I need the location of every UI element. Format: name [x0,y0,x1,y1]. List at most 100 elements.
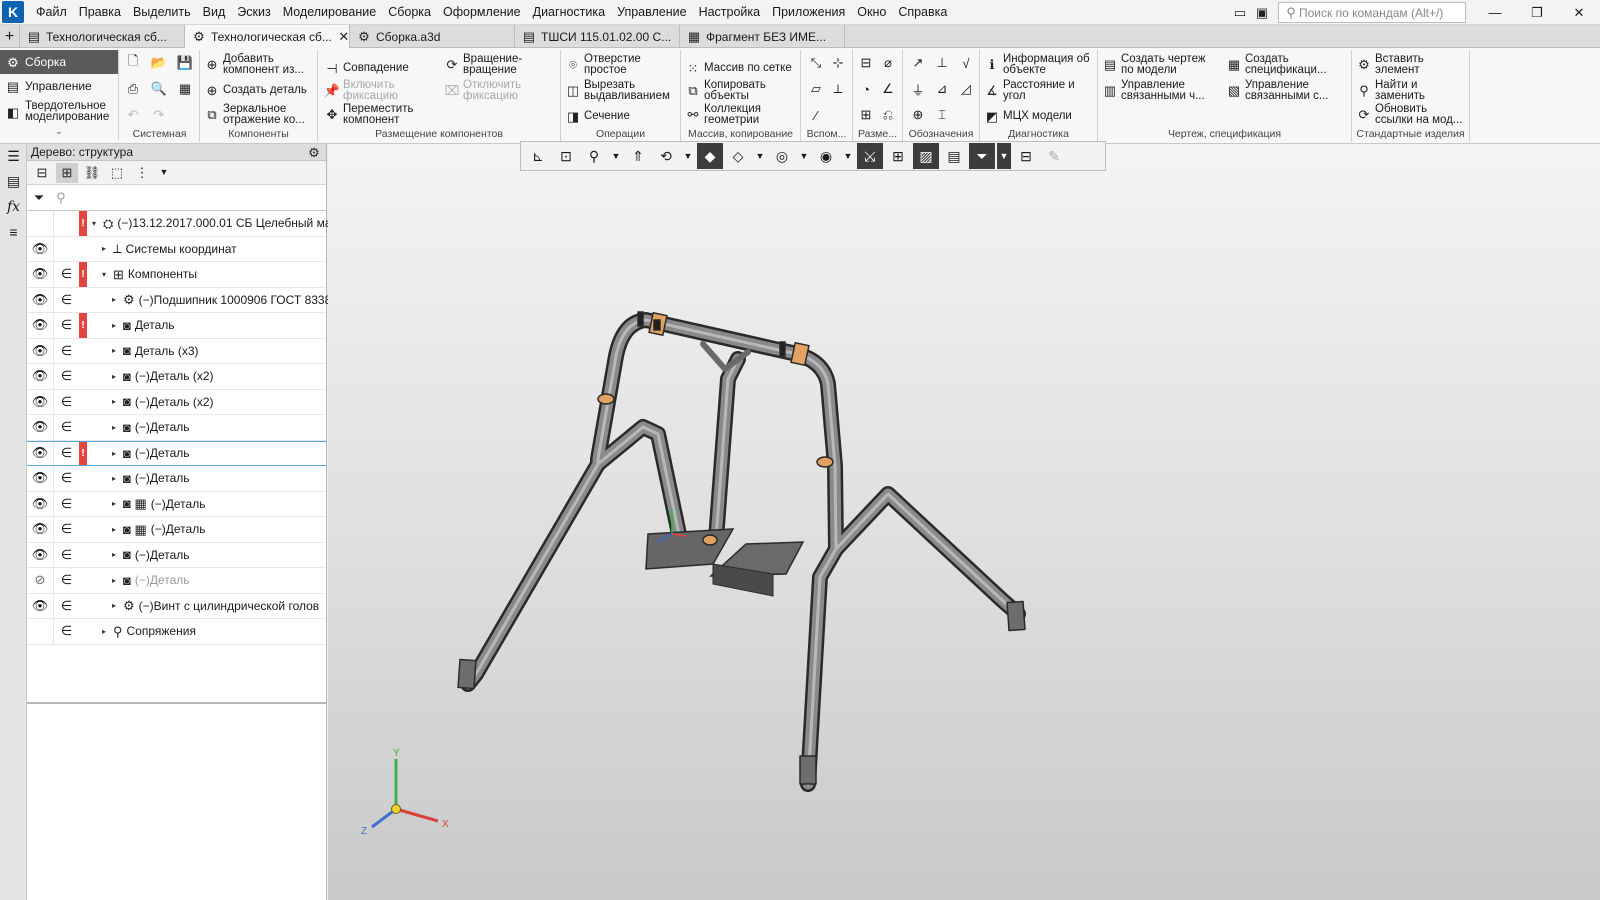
chevron-down-icon[interactable]: ▼ [753,143,767,169]
menu-item[interactable]: Файл [30,5,73,19]
panel-icon[interactable]: ▣ [1254,5,1270,21]
layout-icon[interactable]: ▭ [1232,5,1248,21]
caret-right-icon[interactable]: ▸ [109,449,119,458]
mode-management[interactable]: ▤ Управление [0,74,118,98]
3d-viewport[interactable]: Y X Z [328,144,1600,900]
caret-right-icon[interactable]: ▸ [109,372,119,381]
radial-dim-icon[interactable]: ◔ [857,80,875,98]
menu-item[interactable]: Моделирование [277,5,383,19]
tree-sort-icon[interactable]: ⋮ [131,163,153,183]
caret-down-icon[interactable]: ▾ [99,270,109,279]
display-mode-icon[interactable]: ▨ [913,143,939,169]
menu-item[interactable]: Вид [197,5,232,19]
tree-node[interactable]: ▾ ⛭ (−)13.12.2017.000.01 СБ Целебный мая [89,211,338,236]
tree-panel-icon[interactable]: ☰ [0,144,27,169]
close-button[interactable]: ✕ [1558,0,1600,25]
layers-panel-icon[interactable]: ≡ [0,219,27,244]
menu-item[interactable]: Настройка [693,5,767,19]
tree-row[interactable]: 👁 ∈ ▸ ⚙ (−)Винт с цилиндрической голов [27,593,326,619]
chevron-down-icon[interactable]: ▼ [997,143,1011,169]
text-note-icon[interactable]: ⌶ [933,106,951,124]
tree-row[interactable]: 👁 ∈ ▸ ◙ (−)Деталь (x2) [27,389,326,415]
manage-linked-drawings-button[interactable]: ▥ Управление связанными ч... [1102,79,1213,101]
tree-row[interactable]: 👁 ∈ ▸ ◙ (−)Деталь [27,466,326,492]
caret-right-icon[interactable]: ▸ [109,397,119,406]
visibility-eye-icon[interactable]: 👁 [27,415,53,440]
mode-assembly[interactable]: ⚙ Сборка [0,50,118,74]
tree-sequence-icon[interactable]: ⊞ [56,162,78,183]
chevron-down-icon[interactable]: ▼ [156,165,172,181]
include-icon[interactable]: ∈ [53,491,79,516]
tree-row[interactable]: 👁 ∈ ▸ ⚙ (−)Подшипник 1000906 ГОСТ 8338 [27,287,331,313]
find-replace-button[interactable]: ⚲ Найти и заменить [1356,79,1455,101]
aux-axis-icon[interactable]: ⤡ [807,54,825,72]
visibility-eye-icon[interactable]: 👁 [27,339,53,364]
close-tab-icon[interactable]: ✕ [336,29,349,45]
visibility-cell[interactable] [27,619,53,644]
tree-links-icon[interactable]: ⛓ [81,163,103,183]
tree-row[interactable]: 👁 ∈ ▸ ◙ (−)Деталь [27,415,326,441]
object-info-button[interactable]: ℹ Информация об объекте [984,53,1095,75]
caret-right-icon[interactable]: ▸ [109,576,119,585]
weld-icon[interactable]: ⏚ [909,80,927,98]
menu-item[interactable]: Сборка [382,5,437,19]
properties-panel-icon[interactable]: ▤ [0,169,27,194]
tree-row[interactable]: ! ▾ ⛭ (−)13.12.2017.000.01 СБ Целебный мая [27,211,338,237]
shaded-mode-icon[interactable]: ◆ [697,143,723,169]
filter-icon[interactable]: ⏷ [969,143,995,169]
menu-item[interactable]: Оформление [437,5,527,19]
tree-node[interactable]: ▸ ◙ ▦ (−)Деталь [109,492,205,517]
visibility-eye-icon[interactable]: 👁 [27,262,53,287]
menu-item[interactable]: Диагностика [527,5,611,19]
tree-node[interactable]: ▸ ◙ Деталь [109,313,175,338]
section-button[interactable]: ◨ Сечение [565,108,630,124]
tree-node[interactable]: ▸ ◙ (−)Деталь [109,543,190,568]
rotation-rotation-button[interactable]: ⟳ Вращение-вращение [444,53,533,75]
insert-element-button[interactable]: ⚙ Вставить элемент [1356,53,1455,75]
layers-icon[interactable]: ▤ [941,143,967,169]
measure-icon[interactable]: ⊟ [1013,143,1039,169]
chevron-down-icon[interactable]: ▼ [841,143,855,169]
save-icon[interactable]: 💾 [176,54,194,72]
include-cell[interactable] [53,211,79,236]
tab-spec-document[interactable]: ▤ ТШСИ 115.01.02.00 С... [515,25,680,48]
tree-row[interactable]: ∈ ▸ ⚲ Сопряжения [27,619,326,645]
hidden-eye-icon[interactable]: ⊘ [27,568,53,593]
distance-angle-button[interactable]: ∡ Расстояние и угол [984,79,1079,101]
simple-hole-button[interactable]: ⌾ Отверстие простое [565,53,648,75]
update-links-button[interactable]: ⟳ Обновить ссылки на мод... [1356,103,1467,125]
visibility-cell[interactable] [27,211,53,236]
tree-node[interactable]: ▸ ⟂ Системы координат [99,237,237,262]
dim-style-icon[interactable]: ⎌ [879,106,897,124]
diameter-dim-icon[interactable]: ⌀ [879,54,897,72]
caret-right-icon[interactable]: ▸ [109,423,119,432]
section-view-icon[interactable]: ⤩ [857,143,883,169]
restore-button[interactable]: ❐ [1516,0,1558,25]
chevron-down-icon[interactable]: ▼ [797,143,811,169]
create-drawing-button[interactable]: ▤ Создать чертеж по модели [1102,53,1213,75]
tree-node[interactable]: ▸ ⚙ (−)Винт с цилиндрической голов [109,594,319,619]
swing-assembly-model[interactable]: Y X Z [328,144,1600,900]
visibility-eye-icon[interactable]: 👁 [27,492,53,517]
tree-node[interactable]: ▸ ⚲ Сопряжения [99,619,196,644]
aux-line-icon[interactable]: ∕ [807,106,825,124]
include-icon[interactable]: ∈ [53,338,79,363]
tolerance-icon[interactable]: ⊿ [933,80,951,98]
include-icon[interactable]: ∈ [53,313,79,338]
visibility-eye-icon[interactable]: 👁 [27,288,53,313]
caret-right-icon[interactable]: ▸ [109,321,119,330]
open-file-icon[interactable]: 📂 [150,54,168,72]
position-icon[interactable]: ⊕ [909,106,927,124]
tree-node[interactable]: ▾ ⊞ Компоненты [99,262,197,287]
create-part-button[interactable]: ⊕ Создать деталь [204,82,307,98]
tree-node[interactable]: ▸ ⚙ (−)Подшипник 1000906 ГОСТ 8338 [109,288,331,313]
tree-node[interactable]: ▸ ◙ (−)Деталь [109,568,190,593]
command-search-input[interactable]: ⚲ Поиск по командам (Alt+/) [1278,2,1466,23]
tree-row[interactable]: 👁 ∈ ▸ ◙ (−)Деталь (x2) [27,364,326,390]
caret-right-icon[interactable]: ▸ [109,550,119,559]
roughness-icon[interactable]: √ [957,54,975,72]
tree-row[interactable]: 👁 ∈! ▸ ◙ (−)Деталь [27,440,326,466]
new-document-button[interactable]: + [0,25,20,48]
mirror-component-button[interactable]: ⧉ Зеркальное отражение ко... [204,103,315,125]
visibility-eye-icon[interactable]: 👁 [27,517,53,542]
